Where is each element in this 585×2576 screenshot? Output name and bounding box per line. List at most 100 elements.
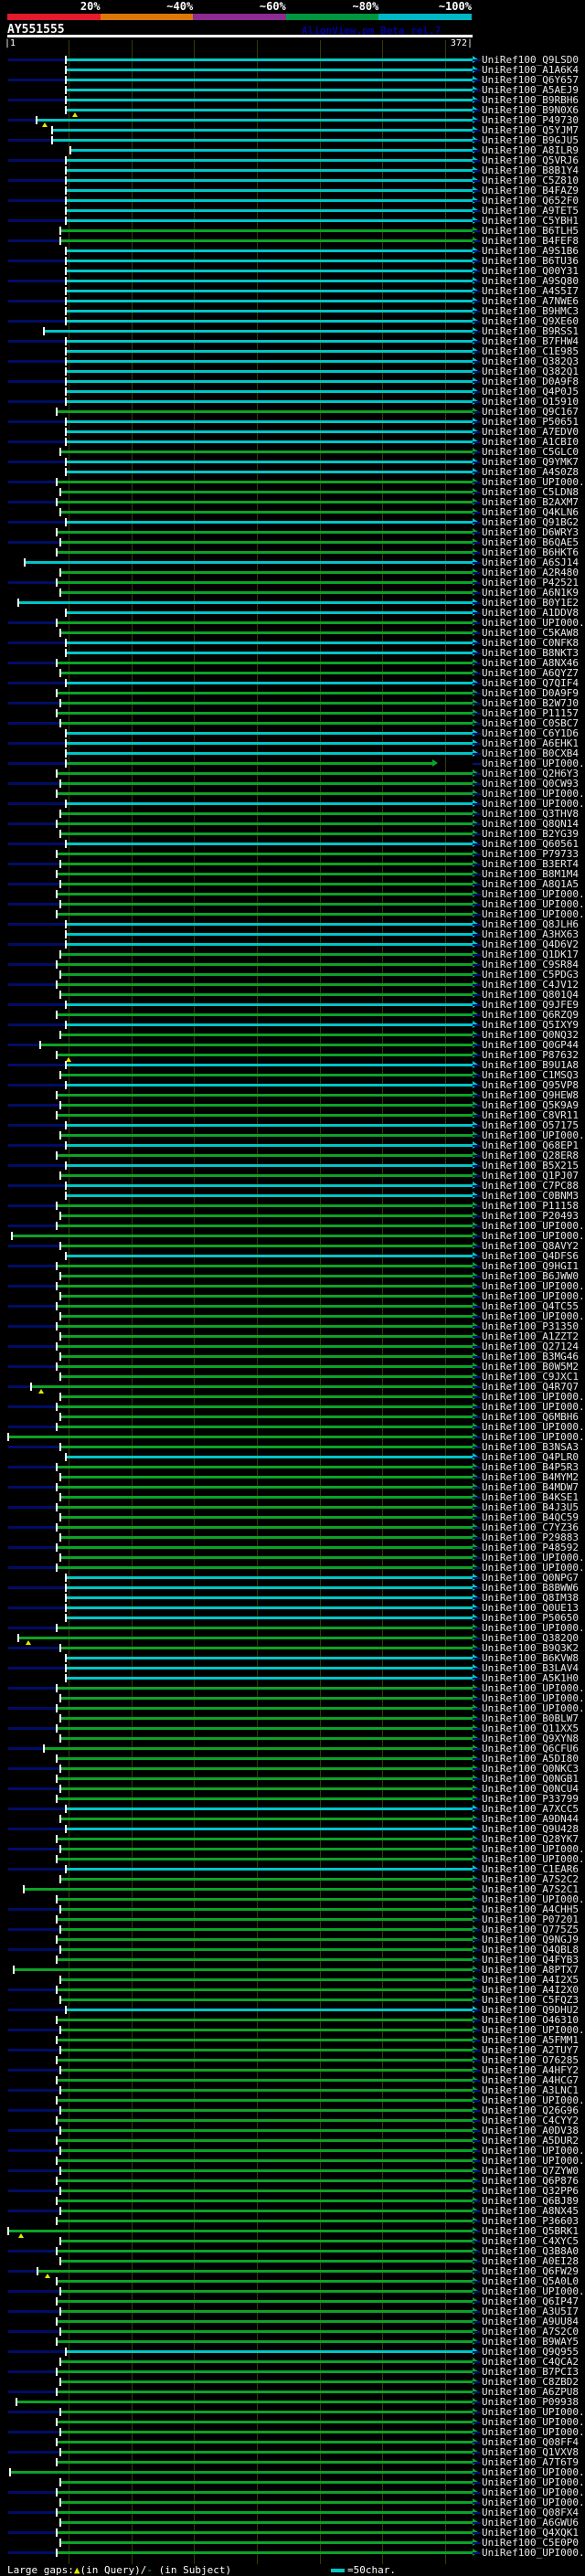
- alignment-bar[interactable]: [57, 662, 473, 664]
- alignment-bar[interactable]: [57, 2551, 473, 2554]
- alignment-bar[interactable]: [57, 1727, 473, 1730]
- alignment-bar[interactable]: [57, 1466, 473, 1468]
- alignment-bar[interactable]: [66, 1164, 473, 1167]
- alignment-bar[interactable]: [57, 1265, 473, 1267]
- alignment-bar[interactable]: [60, 2451, 473, 2454]
- alignment-bar[interactable]: [66, 1084, 473, 1087]
- alignment-bar[interactable]: [16, 2401, 473, 2403]
- alignment-bar[interactable]: [66, 290, 473, 292]
- alignment-bar[interactable]: [60, 571, 473, 574]
- alignment-bar[interactable]: [37, 119, 473, 122]
- alignment-bar[interactable]: [60, 1848, 473, 1850]
- alignment-bar[interactable]: [60, 1355, 473, 1358]
- alignment-bar[interactable]: [60, 1275, 473, 1277]
- alignment-bar[interactable]: [60, 229, 473, 232]
- alignment-bar[interactable]: [24, 1888, 473, 1891]
- alignment-bar[interactable]: [66, 320, 473, 323]
- alignment-bar[interactable]: [60, 1335, 473, 1338]
- alignment-bar[interactable]: [66, 2009, 473, 2011]
- alignment-bar[interactable]: [60, 2089, 473, 2092]
- alignment-bar[interactable]: [57, 2320, 473, 2323]
- alignment-bar[interactable]: [66, 1576, 473, 1579]
- alignment-bar[interactable]: [31, 1385, 473, 1388]
- alignment-bar[interactable]: [57, 2390, 473, 2393]
- alignment-bar[interactable]: [57, 1506, 473, 1509]
- alignment-bar[interactable]: [18, 1637, 473, 1639]
- alignment-bar[interactable]: [57, 2250, 473, 2253]
- alignment-bar[interactable]: [60, 239, 473, 242]
- alignment-bar[interactable]: [57, 1054, 473, 1056]
- alignment-bar[interactable]: [66, 430, 473, 433]
- alignment-bar[interactable]: [60, 1767, 473, 1770]
- alignment-bar[interactable]: [44, 330, 473, 333]
- alignment-bar[interactable]: [57, 1546, 473, 1549]
- alignment-bar[interactable]: [12, 1235, 473, 1237]
- alignment-bar[interactable]: [57, 1305, 473, 1308]
- alignment-bar[interactable]: [60, 2189, 473, 2192]
- alignment-bar[interactable]: [66, 350, 473, 353]
- alignment-bar[interactable]: [66, 1194, 473, 1197]
- alignment-bar[interactable]: [60, 2049, 473, 2051]
- alignment-bar[interactable]: [66, 1667, 473, 1670]
- alignment-bar[interactable]: [66, 933, 473, 936]
- alignment-bar[interactable]: [66, 99, 473, 101]
- alignment-bar[interactable]: [60, 2260, 473, 2263]
- alignment-bar[interactable]: [57, 551, 473, 554]
- alignment-bar[interactable]: [57, 1486, 473, 1489]
- alignment-bar[interactable]: [57, 531, 473, 534]
- alignment-bar[interactable]: [57, 2099, 473, 2102]
- alignment-bar[interactable]: [60, 1375, 473, 1378]
- alignment-bar[interactable]: [57, 913, 473, 916]
- alignment-bar[interactable]: [66, 1003, 473, 1006]
- alignment-bar[interactable]: [57, 2159, 473, 2162]
- alignment-bar[interactable]: [66, 209, 473, 212]
- alignment-bar[interactable]: [57, 2039, 473, 2041]
- alignment-bar[interactable]: [66, 752, 473, 755]
- alignment-bar[interactable]: [60, 2481, 473, 2484]
- alignment-bar[interactable]: [60, 1787, 473, 1790]
- alignment-bar[interactable]: [66, 1124, 473, 1127]
- alignment-bar[interactable]: [57, 1918, 473, 1921]
- alignment-bar[interactable]: [25, 561, 473, 564]
- alignment-bar[interactable]: [57, 2511, 473, 2514]
- alignment-bar[interactable]: [40, 1044, 473, 1046]
- alignment-bar[interactable]: [60, 2521, 473, 2524]
- alignment-bar[interactable]: [57, 2441, 473, 2443]
- alignment-bar[interactable]: [60, 2109, 473, 2112]
- alignment-bar[interactable]: [57, 1405, 473, 1408]
- alignment-bar[interactable]: [57, 1094, 473, 1097]
- alignment-bar[interactable]: [57, 2200, 473, 2202]
- alignment-bar[interactable]: [57, 2461, 473, 2464]
- alignment-bar[interactable]: [66, 1596, 473, 1599]
- alignment-bar[interactable]: [66, 440, 473, 443]
- alignment-bar[interactable]: [60, 2501, 473, 2504]
- alignment-bar[interactable]: [60, 993, 473, 996]
- alignment-bar[interactable]: [57, 410, 473, 413]
- alignment-bar[interactable]: [66, 732, 473, 735]
- alignment-bar[interactable]: [66, 1657, 473, 1659]
- alignment-bar[interactable]: [60, 1737, 473, 1740]
- alignment-bar[interactable]: [57, 1345, 473, 1348]
- hit-label[interactable]: UniRef100_UPI000..: [482, 2548, 585, 2558]
- alignment-bar[interactable]: [66, 360, 473, 363]
- alignment-bar[interactable]: [66, 280, 473, 282]
- alignment-bar[interactable]: [57, 1365, 473, 1368]
- alignment-bar[interactable]: [60, 2129, 473, 2132]
- alignment-bar[interactable]: [60, 491, 473, 493]
- alignment-bar[interactable]: [66, 1586, 473, 1589]
- alignment-bar[interactable]: [57, 1204, 473, 1207]
- alignment-bar[interactable]: [60, 883, 473, 885]
- alignment-bar[interactable]: [57, 1687, 473, 1690]
- alignment-bar[interactable]: [66, 310, 473, 313]
- alignment-bar[interactable]: [60, 451, 473, 453]
- alignment-bar[interactable]: [60, 1214, 473, 1217]
- alignment-bar[interactable]: [60, 1717, 473, 1720]
- alignment-bar[interactable]: [60, 2069, 473, 2072]
- alignment-bar[interactable]: [57, 822, 473, 825]
- alignment-bar[interactable]: [66, 521, 473, 524]
- alignment-bar[interactable]: [57, 1797, 473, 1800]
- alignment-bar[interactable]: [57, 2079, 473, 2082]
- alignment-bar[interactable]: [60, 1928, 473, 1931]
- alignment-bar[interactable]: [66, 1023, 473, 1026]
- alignment-bar[interactable]: [57, 2139, 473, 2142]
